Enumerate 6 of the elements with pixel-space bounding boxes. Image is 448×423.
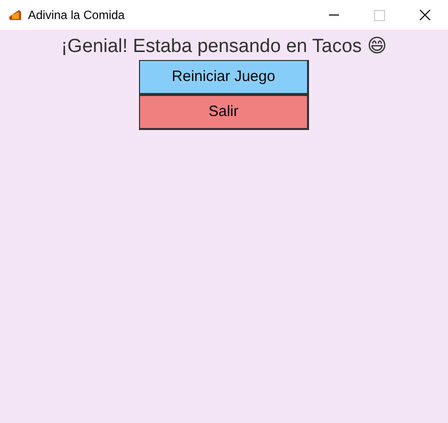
result-message: ¡Genial! Estaba pensando en Tacos 😄 [61, 35, 387, 59]
action-button[interactable]: Reiniciar Juego [139, 60, 309, 95]
window-title: Adivina la Comida [28, 7, 125, 24]
action-button[interactable]: Salir [139, 95, 309, 130]
close-icon[interactable] [419, 9, 431, 21]
app-icon [8, 9, 22, 21]
